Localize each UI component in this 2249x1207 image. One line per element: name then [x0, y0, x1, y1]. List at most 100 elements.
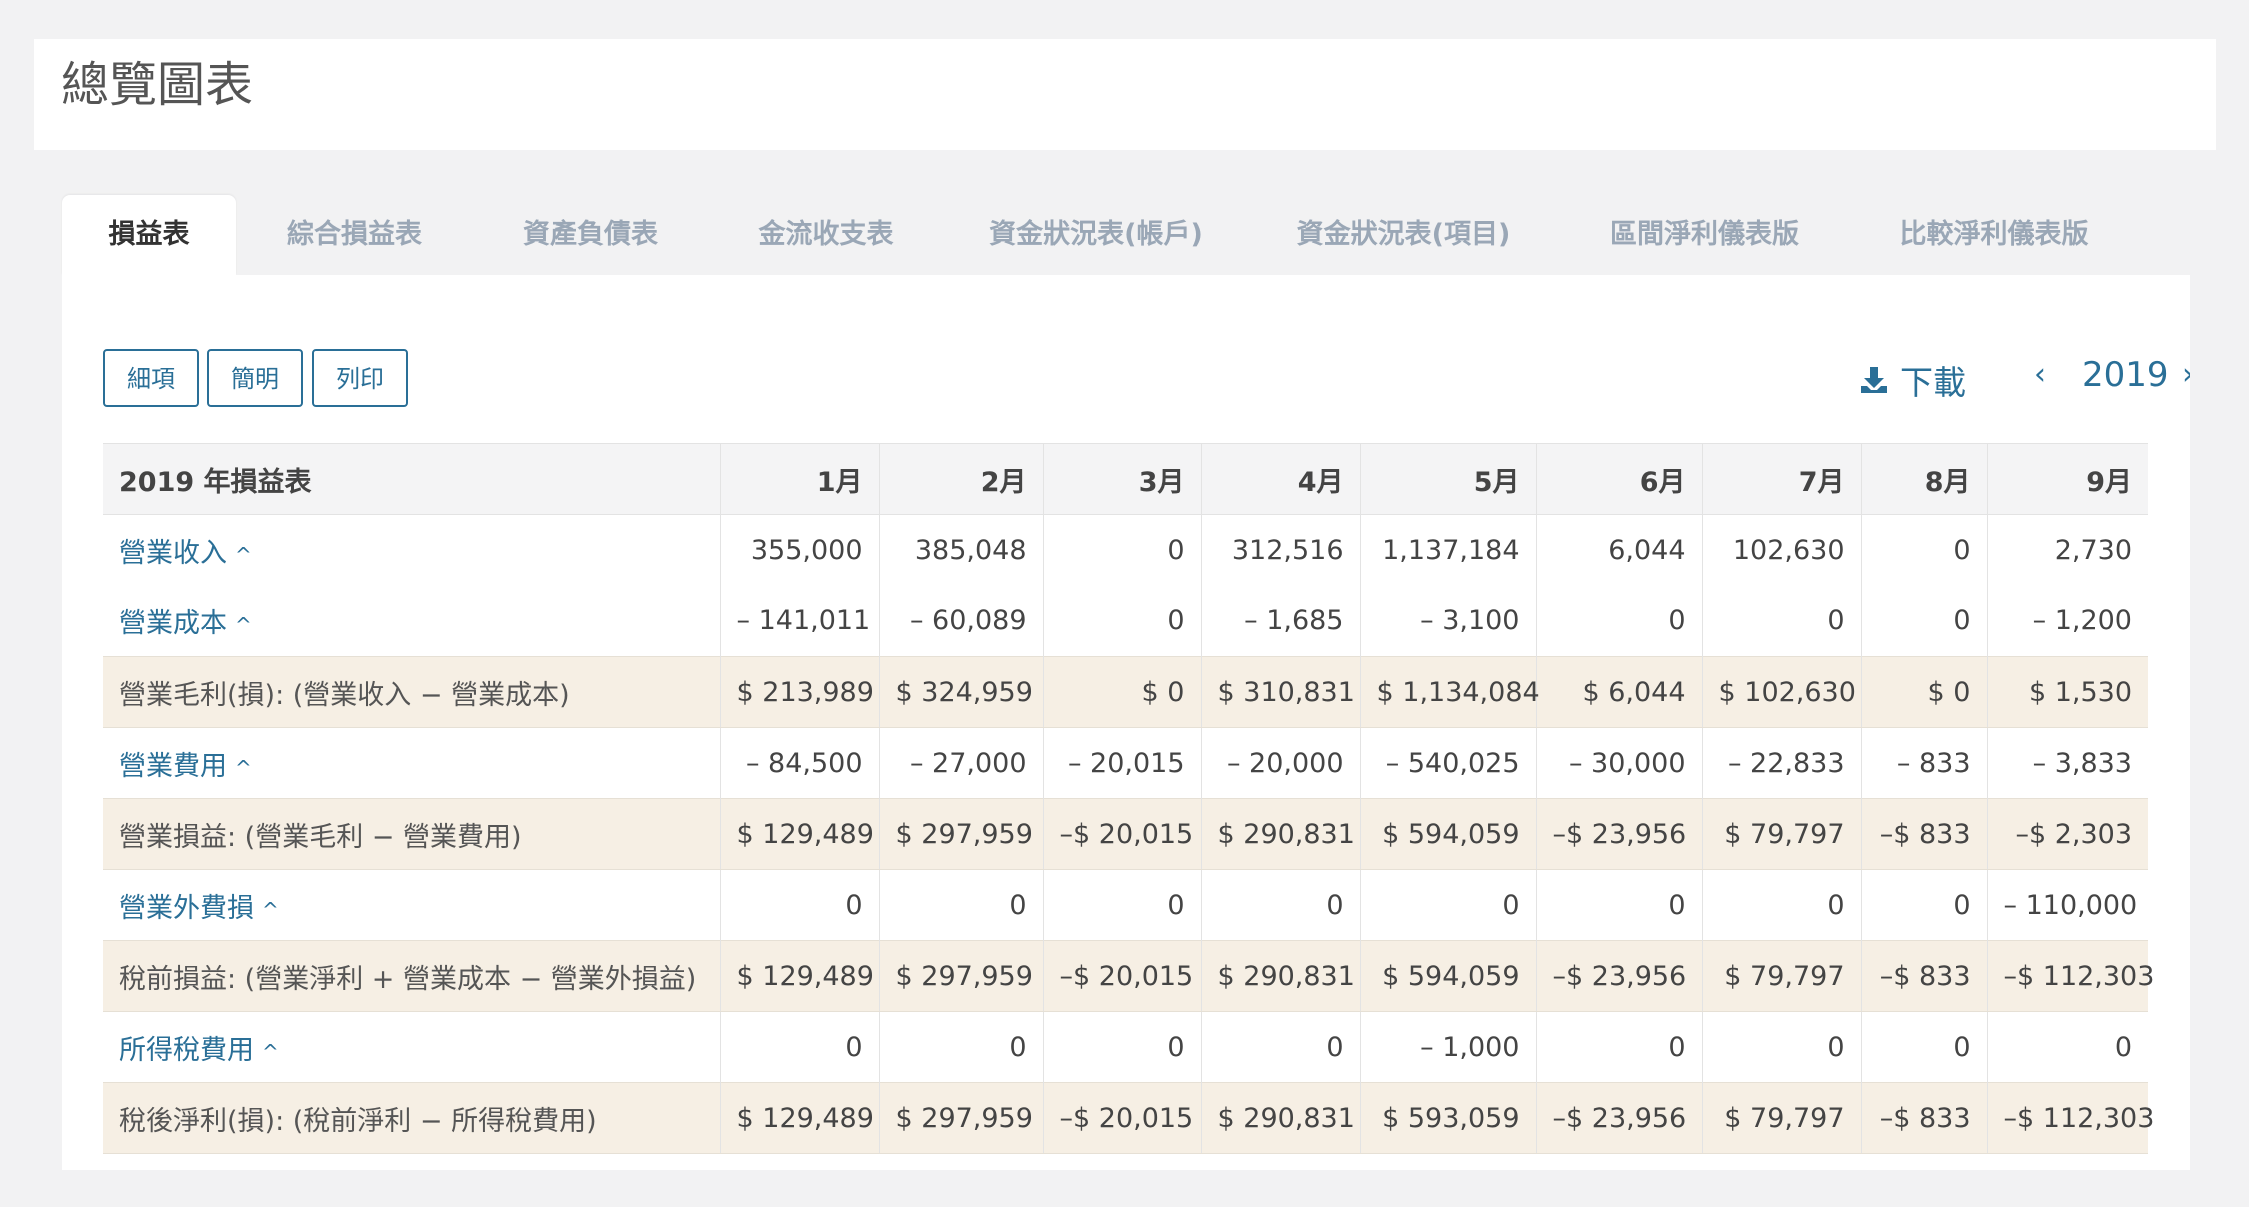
value-cell: – 1,200 [1986, 585, 2148, 657]
value-cell: 0 [878, 869, 1043, 941]
value-cell: $ 129,489 [719, 940, 879, 1012]
section-row: 營業成本 ^ – 141,011– 60,089 0– 1,685– 3,100 0 0 0… [103, 585, 2148, 657]
section-row: 營業收入 ^ 355,000 385,048 0 312,516 1,137,184 6,04… [103, 514, 2148, 586]
chevron-up-icon: ^ [235, 755, 252, 780]
prev-year-button[interactable]: ‹ [2034, 357, 2046, 392]
section-toggle[interactable]: 營業費用 ^ [103, 728, 720, 799]
tab-period-net-profit-dashboard[interactable]: 區間淨利儀表版 [1559, 195, 1850, 275]
value-cell: 0 [1701, 585, 1861, 657]
value-cell: 0 [1701, 869, 1861, 941]
value-cell: 0 [719, 869, 879, 941]
value-cell: 1,137,184 [1359, 514, 1536, 586]
value-cell: 0 [1042, 1011, 1201, 1083]
tab-fund-status-items[interactable]: 資金狀況表(項目) [1248, 195, 1559, 275]
row-label: 所得稅費用 [119, 1034, 254, 1066]
value-cell: 0 [1535, 869, 1702, 941]
value-cell: –$ 833 [1860, 798, 1987, 870]
tab-income-statement[interactable]: 損益表 [62, 195, 236, 275]
value-cell: – 30,000 [1535, 727, 1702, 799]
report-panel: 細項 簡明 列印 下載 ‹ 2019 › 2019 年損益表 1月 2 [62, 275, 2190, 1170]
value-cell: –$ 23,956 [1535, 798, 1702, 870]
value-cell: $ 213,989 [719, 656, 879, 728]
value-cell: 0 [1535, 1011, 1702, 1083]
month-header: 2月 [878, 443, 1043, 515]
row-label: 稅後淨利(損): (稅前淨利 − 所得稅費用) [119, 1105, 597, 1137]
value-cell: $ 290,831 [1200, 1082, 1360, 1154]
value-cell: $ 1,134,084 [1359, 656, 1540, 728]
print-button[interactable]: 列印 [312, 349, 408, 407]
row-label: 營業費用 [119, 750, 227, 782]
value-cell: 0 [1042, 514, 1201, 586]
value-cell: 0 [1200, 1011, 1360, 1083]
value-cell: 0 [1359, 869, 1536, 941]
value-cell: $ 129,489 [719, 1082, 879, 1154]
chevron-up-icon: ^ [262, 897, 279, 922]
year-label: 2019 [2082, 355, 2169, 395]
value-cell: 0 [1701, 1011, 1861, 1083]
subtotal-label: 營業毛利(損): (營業收入 − 營業成本) [103, 656, 720, 728]
next-year-button[interactable]: › [2182, 357, 2190, 392]
download-label: 下載 [1900, 363, 1966, 402]
chevron-up-icon: ^ [262, 1039, 279, 1064]
row-label: 稅前損益: (營業淨利 + 營業成本 − 營業外損益) [119, 963, 697, 995]
month-header: 5月 [1359, 443, 1536, 515]
value-cell: – 540,025 [1359, 727, 1536, 799]
value-cell: $ 0 [1860, 656, 1987, 728]
detail-button[interactable]: 細項 [103, 349, 199, 407]
value-cell: $ 79,797 [1701, 940, 1861, 1012]
tab-compare-net-profit-dashboard[interactable]: 比較淨利儀表版 [1850, 195, 2138, 275]
section-toggle[interactable]: 營業成本 ^ [103, 586, 720, 657]
header-card: 總覽圖表 [34, 39, 2216, 150]
section-toggle[interactable]: 所得稅費用 ^ [103, 1012, 720, 1083]
value-cell: –$ 833 [1860, 1082, 1987, 1154]
simple-button[interactable]: 簡明 [207, 349, 303, 407]
subtotal-row: 營業損益: (營業毛利 − 營業費用) $ 129,489 $ 297,959 –$ … [103, 798, 2148, 870]
value-cell: 312,516 [1200, 514, 1360, 586]
value-cell: –$ 23,956 [1535, 1082, 1702, 1154]
section-toggle[interactable]: 營業收入 ^ [103, 515, 720, 586]
value-cell: 0 [1535, 585, 1702, 657]
row-label: 營業收入 [119, 537, 227, 569]
subtotal-label: 營業損益: (營業毛利 − 營業費用) [103, 798, 720, 870]
value-cell: $ 79,797 [1701, 1082, 1861, 1154]
subtotal-row: 稅前損益: (營業淨利 + 營業成本 − 營業外損益) $ 129,489 $ 29… [103, 940, 2154, 1012]
value-cell: $ 290,831 [1200, 940, 1360, 1012]
subtotal-label: 稅後淨利(損): (稅前淨利 − 所得稅費用) [103, 1082, 720, 1154]
value-cell: –$ 833 [1860, 940, 1987, 1012]
section-toggle[interactable]: 營業外費損 ^ [103, 870, 720, 941]
value-cell: 0 [1042, 869, 1201, 941]
value-cell: – 60,089 [878, 585, 1043, 657]
value-cell: $ 297,959 [878, 940, 1043, 1012]
value-cell: – 1,685 [1200, 585, 1360, 657]
subtotal-label: 稅前損益: (營業淨利 + 營業成本 − 營業外損益) [103, 940, 720, 1012]
value-cell: 6,044 [1535, 514, 1702, 586]
value-cell: $ 129,489 [719, 798, 879, 870]
month-header: 3月 [1042, 443, 1201, 515]
row-label: 營業外費損 [119, 892, 254, 924]
value-cell: –$ 20,015 [1042, 798, 1201, 870]
chevron-up-icon: ^ [235, 542, 252, 567]
row-label: 營業毛利(損): (營業收入 − 營業成本) [119, 679, 570, 711]
section-row: 營業費用 ^ – 84,500– 27,000– 20,015– 20,000– 5… [103, 727, 2148, 799]
tab-balance-sheet[interactable]: 資產負債表 [473, 195, 708, 275]
value-cell: – 20,000 [1200, 727, 1360, 799]
download-button[interactable]: 下載 [1858, 358, 1966, 402]
value-cell: – 22,833 [1701, 727, 1861, 799]
subtotal-row: 營業毛利(損): (營業收入 − 營業成本) $ 213,989 $ 324,959… [103, 656, 2148, 728]
value-cell: 0 [1860, 585, 1987, 657]
value-cell: – 84,500 [719, 727, 879, 799]
value-cell: 0 [1200, 869, 1360, 941]
tab-fund-status-accounts[interactable]: 資金狀況表(帳戶) [944, 195, 1248, 275]
value-cell: – 27,000 [878, 727, 1043, 799]
value-cell: – 20,015 [1042, 727, 1201, 799]
tab-comprehensive-income[interactable]: 綜合損益表 [236, 195, 473, 275]
month-header: 7月 [1701, 443, 1861, 515]
row-label: 營業成本 [119, 608, 227, 640]
value-cell: 102,630 [1701, 514, 1861, 586]
tab-cash-flow[interactable]: 金流收支表 [708, 195, 944, 275]
income-statement-table: 2019 年損益表 1月 2月 3月 4月 5月 6月 7月 8月 9月 營業收… [103, 443, 2154, 1154]
page-title: 總覽圖表 [61, 57, 254, 113]
value-cell: – 3,100 [1359, 585, 1536, 657]
value-cell: –$ 20,015 [1042, 1082, 1201, 1154]
value-cell: – 833 [1860, 727, 1987, 799]
